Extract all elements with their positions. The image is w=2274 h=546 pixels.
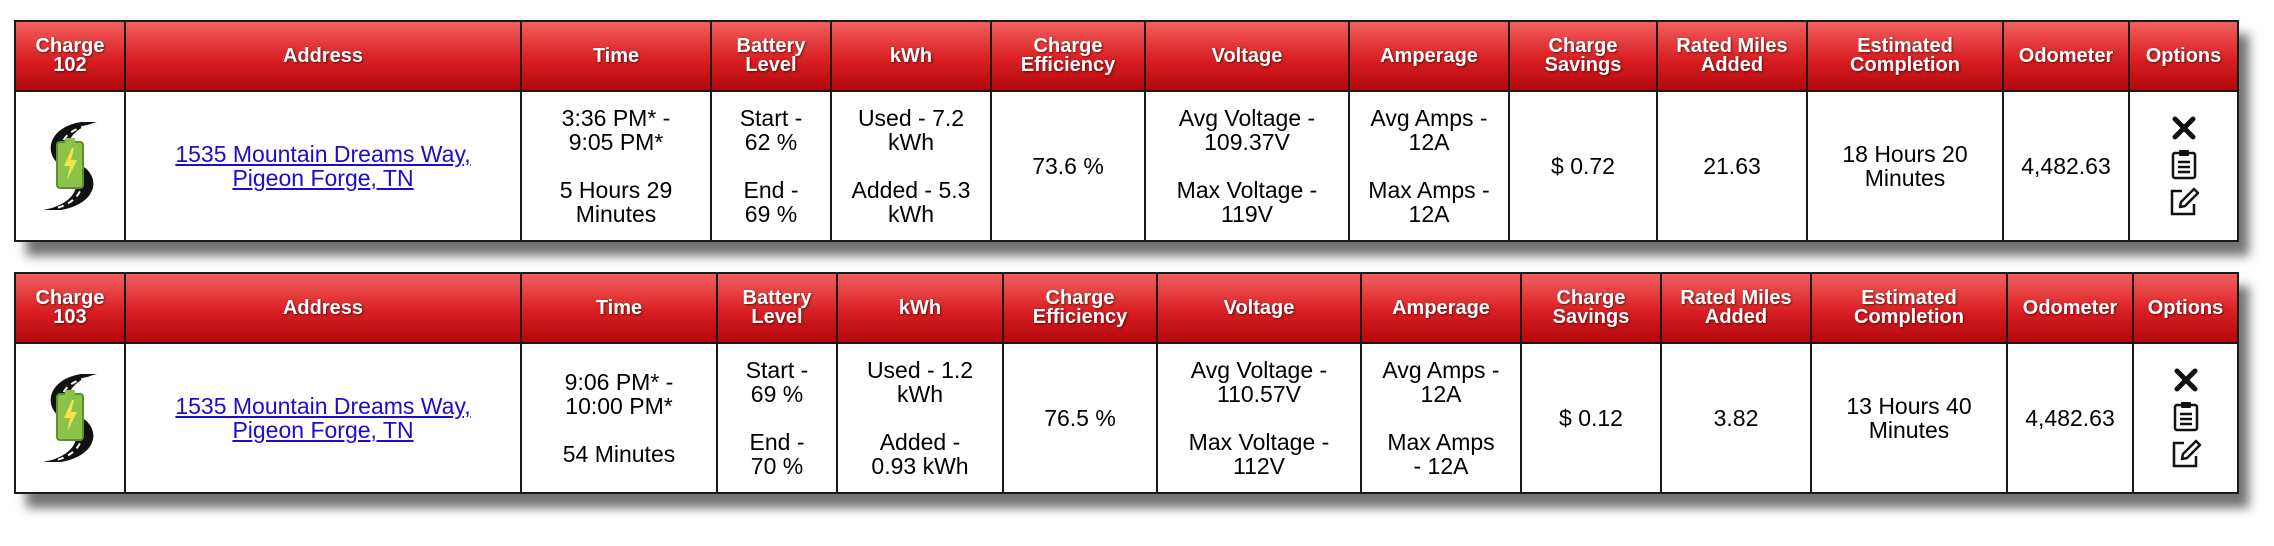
estimated-completion-cell: 18 Hours 20 Minutes <box>1806 90 2004 242</box>
address-header: Address <box>124 20 522 92</box>
odometer-cell: 4,482.63 <box>2002 90 2130 242</box>
edit-icon[interactable] <box>2168 186 2200 218</box>
charge-number-header: Charge 103 <box>14 272 126 344</box>
estimated-completion-cell: 13 Hours 40 Minutes <box>1810 342 2008 494</box>
kwh-header: kWh <box>836 272 1004 344</box>
charge-table: Charge 103 Address Time Battery Level kWh … <box>14 272 2239 494</box>
charge-table: Charge 102 Address Time Battery Level kWh … <box>14 20 2239 242</box>
estimated-completion-header: Estimated Completion <box>1810 272 2008 344</box>
time-header: Time <box>520 272 718 344</box>
options-cell <box>2128 90 2239 242</box>
options-cell <box>2132 342 2239 494</box>
odometer-cell: 4,482.63 <box>2006 342 2134 494</box>
battery-level-header: Battery Level <box>716 272 838 344</box>
charge-icon-cell <box>14 342 126 494</box>
header-row: Charge 103 Address Time Battery Level kWh … <box>14 272 2239 344</box>
close-icon[interactable] <box>2172 366 2200 394</box>
time-cell: 9:06 PM* -10:00 PM* 54 Minutes <box>520 342 718 494</box>
voltage-header: Voltage <box>1144 20 1350 92</box>
charge-row: 1535 Mountain Dreams Way, Pigeon Forge, T… <box>14 342 2239 494</box>
address-cell: 1535 Mountain Dreams Way, Pigeon Forge, T… <box>124 90 522 242</box>
edit-icon[interactable] <box>2170 438 2202 470</box>
charge-efficiency-header: Charge Efficiency <box>1002 272 1158 344</box>
amperage-cell: Avg Amps -12A Max Amps - 12A <box>1360 342 1522 494</box>
time-header: Time <box>520 20 712 92</box>
voltage-cell: Avg Voltage -110.57V Max Voltage -112V <box>1156 342 1362 494</box>
charge-efficiency-cell: 73.6 % <box>990 90 1146 242</box>
charge-savings-cell: $ 0.72 <box>1508 90 1658 242</box>
time-cell: 3:36 PM* -9:05 PM* 5 Hours 29 Minutes <box>520 90 712 242</box>
options-header: Options <box>2132 272 2239 344</box>
charge-efficiency-header: Charge Efficiency <box>990 20 1146 92</box>
amperage-header: Amperage <box>1360 272 1522 344</box>
rated-miles-cell: 21.63 <box>1656 90 1808 242</box>
battery-level-cell: Start -69 % End -70 % <box>716 342 838 494</box>
options-header: Options <box>2128 20 2239 92</box>
address-link[interactable]: 1535 Mountain Dreams Way, Pigeon Forge, T… <box>130 394 516 442</box>
charge-card-103: Charge 103 Address Time Battery Level kWh … <box>14 272 2239 494</box>
header-row: Charge 102 Address Time Battery Level kWh … <box>14 20 2239 92</box>
rated-miles-header: Rated Miles Added <box>1660 272 1812 344</box>
road-battery-icon <box>43 374 97 462</box>
clipboard-icon[interactable] <box>2172 400 2200 432</box>
address-link[interactable]: 1535 Mountain Dreams Way, Pigeon Forge, T… <box>130 142 516 190</box>
voltage-header: Voltage <box>1156 272 1362 344</box>
charge-savings-header: Charge Savings <box>1520 272 1662 344</box>
charge-savings-header: Charge Savings <box>1508 20 1658 92</box>
charge-icon-cell <box>14 90 126 242</box>
rated-miles-header: Rated Miles Added <box>1656 20 1808 92</box>
battery-level-header: Battery Level <box>710 20 832 92</box>
charge-row: 1535 Mountain Dreams Way, Pigeon Forge, T… <box>14 90 2239 242</box>
address-cell: 1535 Mountain Dreams Way, Pigeon Forge, T… <box>124 342 522 494</box>
odometer-header: Odometer <box>2002 20 2130 92</box>
odometer-header: Odometer <box>2006 272 2134 344</box>
voltage-cell: Avg Voltage -109.37V Max Voltage -119V <box>1144 90 1350 242</box>
charge-savings-cell: $ 0.12 <box>1520 342 1662 494</box>
charge-number-header: Charge 102 <box>14 20 126 92</box>
kwh-cell: Used - 1.2 kWh Added -0.93 kWh <box>836 342 1004 494</box>
amperage-header: Amperage <box>1348 20 1510 92</box>
charge-card-102: Charge 102 Address Time Battery Level kWh … <box>14 20 2239 242</box>
kwh-cell: Used - 7.2 kWh Added - 5.3 kWh <box>830 90 992 242</box>
amperage-cell: Avg Amps -12A Max Amps -12A <box>1348 90 1510 242</box>
close-icon[interactable] <box>2170 114 2198 142</box>
road-battery-icon <box>43 122 97 210</box>
charge-efficiency-cell: 76.5 % <box>1002 342 1158 494</box>
estimated-completion-header: Estimated Completion <box>1806 20 2004 92</box>
battery-level-cell: Start -62 % End -69 % <box>710 90 832 242</box>
kwh-header: kWh <box>830 20 992 92</box>
rated-miles-cell: 3.82 <box>1660 342 1812 494</box>
address-header: Address <box>124 272 522 344</box>
clipboard-icon[interactable] <box>2170 148 2198 180</box>
